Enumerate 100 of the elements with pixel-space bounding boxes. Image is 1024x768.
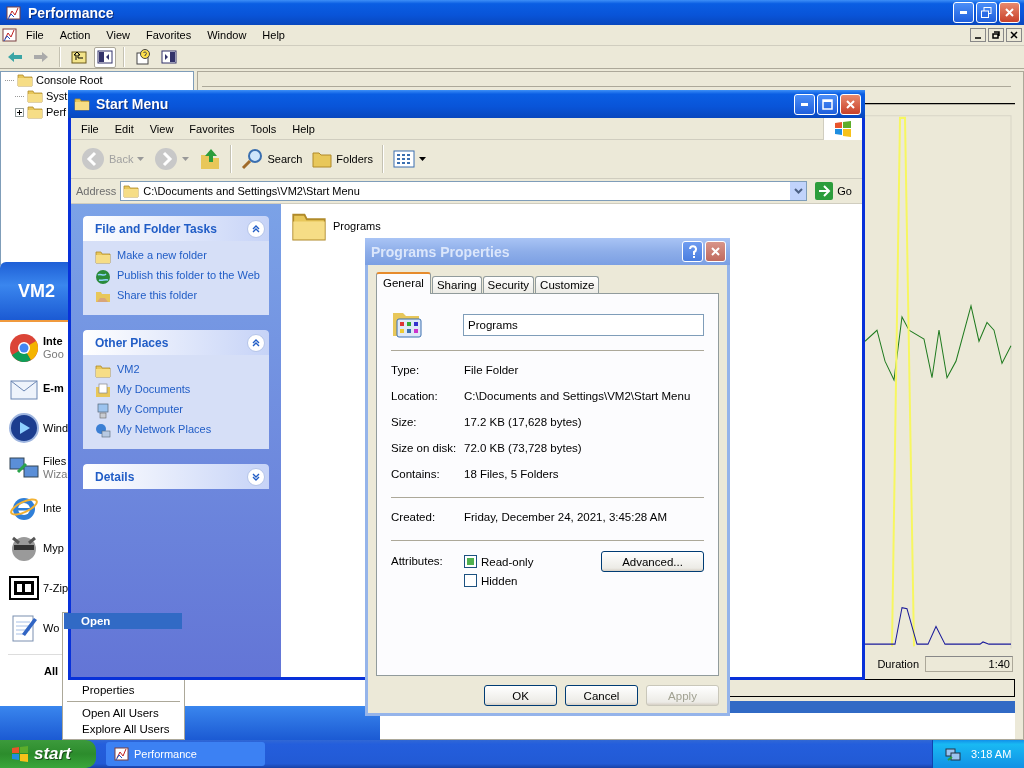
task-link[interactable]: My Network Places: [117, 423, 261, 436]
network-icon: [945, 746, 961, 762]
computer-icon: [95, 403, 111, 419]
program-item[interactable]: Inte: [43, 335, 64, 348]
checkbox-label[interactable]: Hidden: [481, 574, 518, 587]
double-chevron-icon: [252, 224, 260, 233]
property-value: File Folder: [464, 364, 519, 376]
close-icon: [710, 246, 721, 257]
task-link[interactable]: Publish this folder to the Web: [117, 269, 261, 282]
taskbar-button[interactable]: Performance: [106, 742, 265, 766]
menu-item[interactable]: Edit: [106, 120, 142, 137]
expand-button[interactable]: [247, 467, 265, 486]
property-label: Type:: [391, 364, 421, 376]
tab[interactable]: Customize: [535, 276, 600, 293]
tree-item[interactable]: Perf: [46, 106, 67, 118]
dialog-button[interactable]: Cancel: [565, 685, 638, 706]
property-label: Created:: [391, 511, 437, 523]
double-chevron-icon: [252, 472, 260, 481]
menu-item[interactable]: Action: [51, 27, 99, 43]
checkbox[interactable]: [464, 555, 477, 568]
program-subtitle: Goo: [43, 348, 64, 361]
caret-icon: [419, 157, 426, 161]
documents-icon: [95, 383, 111, 399]
help-button[interactable]: [682, 241, 703, 262]
menu-item[interactable]: Open: [64, 613, 182, 629]
views-icon: [393, 150, 415, 168]
program-subtitle: Wiza: [43, 468, 68, 481]
globe-icon: [95, 269, 111, 285]
caret-icon: [182, 157, 190, 161]
tab[interactable]: Security: [482, 276, 535, 293]
task-link[interactable]: Share this folder: [117, 289, 261, 302]
address-field[interactable]: C:\Documents and Settings\VM2\Start Menu: [120, 181, 808, 201]
program-item[interactable]: Wo: [43, 621, 60, 635]
menu-item[interactable]: Help: [254, 27, 293, 43]
folder-icon: [95, 363, 111, 379]
folder-icon: [17, 72, 33, 88]
panel-title[interactable]: Other Places: [95, 335, 169, 350]
task-link[interactable]: Make a new folder: [117, 249, 261, 262]
file-name[interactable]: Programs: [333, 220, 381, 232]
program-item[interactable]: Inte: [43, 501, 62, 515]
maximize-icon: [822, 98, 833, 110]
tab[interactable]: General: [376, 272, 431, 294]
dialog-button[interactable]: OK: [484, 685, 557, 706]
search-button[interactable]: Search: [237, 145, 307, 173]
task-link[interactable]: My Documents: [117, 383, 261, 396]
window-title: Start Menu: [96, 96, 170, 112]
program-item[interactable]: 7-Zip: [43, 581, 69, 595]
program-item[interactable]: E-m: [43, 381, 64, 395]
menu-item[interactable]: Open All Users: [65, 705, 182, 721]
name-field[interactable]: Programs: [463, 314, 704, 336]
menu-item[interactable]: Properties: [65, 682, 182, 698]
program-item[interactable]: Myp: [43, 541, 64, 555]
checkbox[interactable]: [464, 574, 477, 587]
tree-item[interactable]: Syst: [46, 90, 68, 102]
restore-button[interactable]: [988, 28, 1004, 42]
menu-item[interactable]: View: [141, 120, 182, 137]
tab[interactable]: Sharing: [431, 276, 482, 293]
close-icon: [1010, 31, 1018, 39]
restore-icon: [981, 7, 992, 18]
menu-item[interactable]: Favorites: [181, 120, 243, 137]
menu-item[interactable]: View: [98, 27, 138, 43]
menu-item[interactable]: Help: [284, 120, 323, 137]
go-button[interactable]: Go: [811, 182, 862, 200]
task-link[interactable]: My Computer: [117, 403, 261, 416]
close-button[interactable]: [1006, 28, 1022, 42]
restore-icon: [992, 31, 1000, 39]
advanced-button[interactable]: Advanced...: [601, 551, 704, 572]
menu-item[interactable]: Tools: [242, 120, 285, 137]
user-name: VM2: [18, 280, 55, 302]
double-chevron-icon: [252, 338, 260, 347]
question-mark-icon: [687, 244, 698, 259]
menu-item[interactable]: File: [18, 27, 52, 43]
clock: 3:18 AM: [971, 748, 1012, 760]
menu-item[interactable]: Favorites: [137, 27, 200, 43]
menu-item[interactable]: File: [73, 120, 107, 137]
shared-folder-icon: [95, 289, 111, 305]
collapse-button[interactable]: [247, 219, 265, 238]
menu-item[interactable]: Explore All Users: [65, 721, 182, 737]
property-value: C:\Documents and Settings\VM2\Start Menu: [464, 390, 691, 402]
start-button[interactable]: start: [0, 740, 96, 768]
maximize-button[interactable]: [817, 93, 838, 115]
menu-item[interactable]: Window: [199, 27, 255, 43]
left-arrow-icon: [7, 51, 23, 63]
task-link[interactable]: VM2: [117, 363, 261, 376]
minimize-button[interactable]: [970, 28, 986, 42]
panel-icon: [97, 50, 113, 64]
up-folder-icon: [199, 147, 222, 171]
collapse-button[interactable]: [247, 333, 265, 352]
program-item[interactable]: Wind: [43, 421, 69, 435]
tree-toggle-button[interactable]: [94, 46, 116, 68]
search-icon: [241, 148, 264, 170]
folders-button[interactable]: Folders: [308, 147, 377, 171]
panel-title[interactable]: File and Folder Tasks: [95, 221, 217, 236]
tree-item[interactable]: Console Root: [36, 74, 103, 86]
windows-logo-icon: [833, 119, 853, 138]
panel-title[interactable]: Details: [95, 469, 135, 484]
expand-icon[interactable]: [15, 107, 24, 117]
program-item[interactable]: Files: [43, 455, 68, 468]
minimize-icon: [960, 11, 967, 14]
checkbox-label[interactable]: Read-only: [481, 555, 534, 568]
